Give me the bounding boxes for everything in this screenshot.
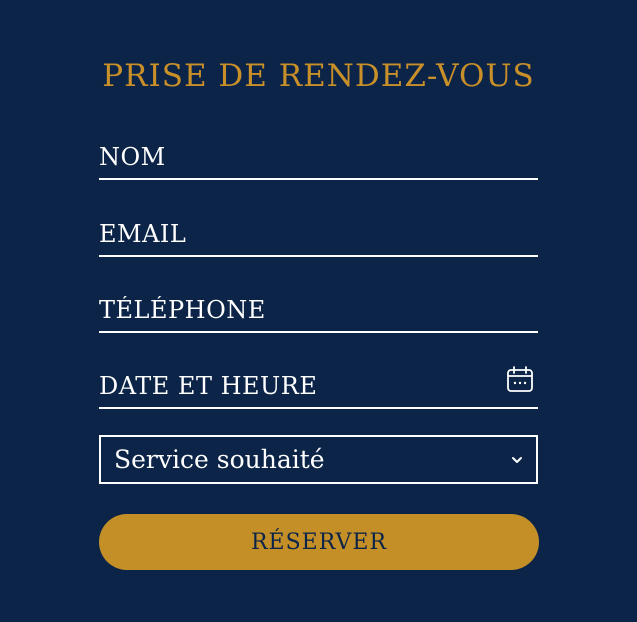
booking-form-page: PRISE DE RENDEZ-VOUS Service souhaité RÉ… (0, 0, 637, 622)
calendar-icon[interactable] (506, 365, 534, 393)
chevron-down-icon (512, 457, 522, 463)
name-field (99, 136, 538, 180)
phone-input[interactable] (99, 289, 538, 331)
reserve-button[interactable]: RÉSERVER (99, 514, 539, 570)
datetime-input[interactable] (99, 365, 538, 407)
phone-field (99, 289, 538, 333)
service-select[interactable]: Service souhaité (99, 435, 538, 484)
email-input[interactable] (99, 213, 538, 255)
name-input[interactable] (99, 136, 538, 178)
service-select-value: Service souhaité (114, 445, 325, 474)
form-title: PRISE DE RENDEZ-VOUS (102, 58, 535, 94)
datetime-field (99, 365, 538, 409)
email-field (99, 213, 538, 257)
